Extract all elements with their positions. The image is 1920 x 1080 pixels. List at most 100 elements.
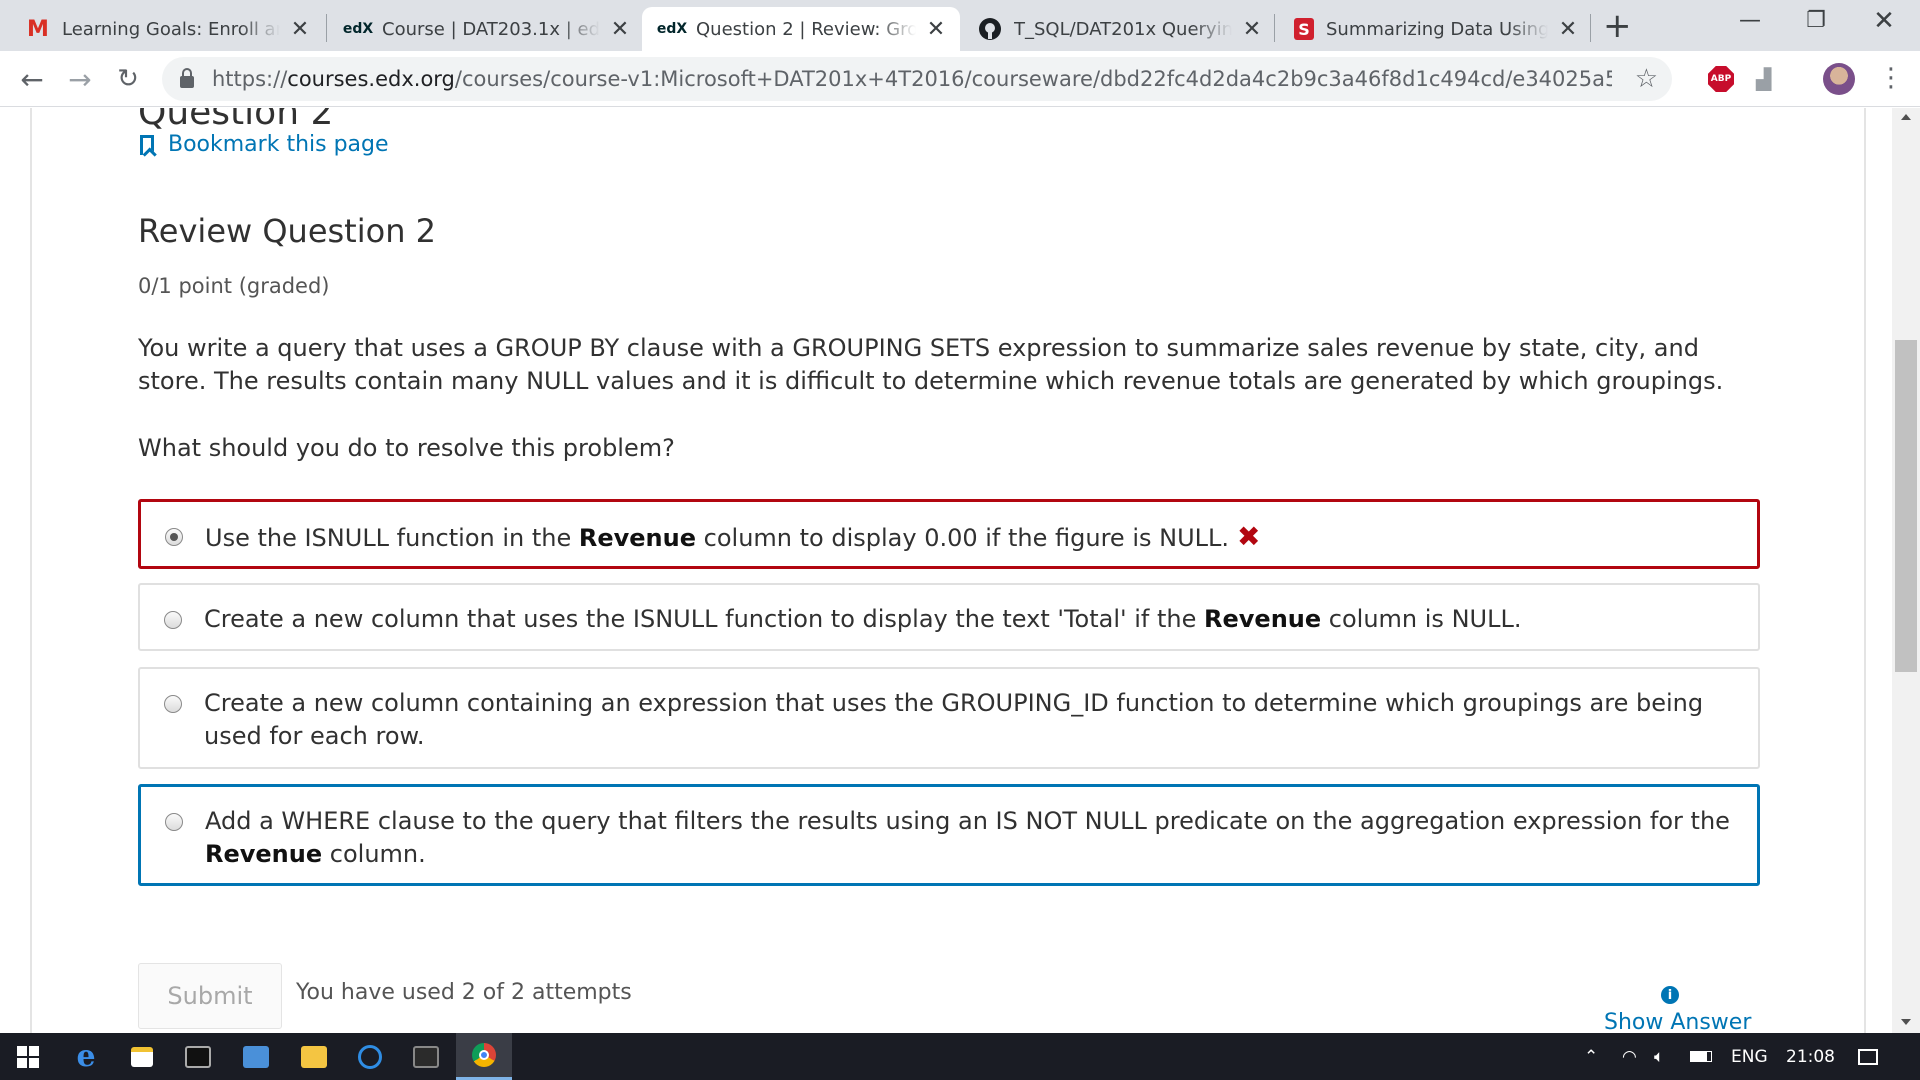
tab-question-2[interactable]: edX Question 2 | Review: Groupi ✕ [642,7,960,51]
windows-icon [17,1045,39,1068]
url-text: https://courses.edx.org/courses/course-v… [212,67,1612,91]
close-icon[interactable]: ✕ [1240,17,1264,42]
page-content: Question 2 Bookmark this page Review Que… [0,108,1920,1033]
option-text: Add a WHERE clause to the query that fil… [205,807,1730,835]
problem-title: Review Question 2 [138,212,436,250]
answer-option[interactable]: Create a new column containing an expres… [138,667,1760,769]
forward-arrow-icon[interactable]: → [64,63,96,96]
option-text: Create a new column that uses the ISNULL… [204,605,1205,633]
question-prompt: You write a query that uses a GROUP BY c… [138,334,1724,395]
chrome-icon[interactable] [456,1033,512,1080]
sql-server-icon[interactable] [398,1033,454,1080]
desktop-app-icon[interactable] [228,1033,284,1080]
clock[interactable]: 21:08 [1786,1033,1835,1080]
scrollbar-thumb[interactable] [1895,340,1917,672]
close-icon[interactable]: ✕ [1556,17,1580,42]
address-bar[interactable]: https://courses.edx.org/courses/course-v… [162,57,1672,101]
radio-button[interactable] [164,695,182,713]
tab-title: Learning Goals: Enroll and c [62,18,280,40]
radio-button[interactable] [165,528,183,546]
language-indicator[interactable]: ENG [1731,1033,1768,1080]
tab-title: Question 2 | Review: Groupi [696,18,916,40]
tab-separator [326,14,327,42]
back-arrow-icon[interactable]: ← [16,63,48,96]
terminal-icon[interactable] [170,1033,226,1080]
option-label: Use the ISNULL function in the Revenue c… [205,520,1260,555]
option-text: column. [322,840,426,868]
minimize-icon[interactable]: — [1718,0,1782,44]
tab-title: T_SQL/DAT201x Querying w [1014,18,1232,40]
question-text: What should you do to resolve this probl… [138,434,675,462]
tray-chevron-icon[interactable]: ⌃ [1584,1033,1598,1080]
scroll-up-arrow-icon[interactable] [1901,114,1911,120]
new-tab-button[interactable]: + [1603,8,1632,44]
reload-icon[interactable]: ↻ [112,63,144,95]
option-text: Create a new column containing an expres… [204,689,1704,750]
bookmark-link[interactable]: Bookmark this page [140,132,389,157]
answer-option[interactable]: Use the ISNULL function in the Revenue c… [138,499,1760,569]
file-explorer-icon[interactable] [286,1033,342,1080]
url-path: /courses/course-v1:Microsoft+DAT201x+4T2… [454,67,1612,91]
bookmark-icon [140,134,154,155]
close-icon[interactable]: ✕ [924,17,948,42]
taskbar: e ⌃ ◠ 🔈︎ ENG 21:08 [0,1033,1920,1080]
browser-toolbar: ← → ↻ https://courses.edx.org/courses/co… [0,51,1920,107]
radio-button[interactable] [164,611,182,629]
volume-icon[interactable]: 🔈︎ [1654,1033,1664,1080]
grade-status: 0/1 point (graded) [138,274,330,298]
tab-separator [1274,14,1275,42]
submit-button[interactable]: Submit [138,963,282,1029]
show-answer-button[interactable]: Show Answer [1604,1010,1751,1033]
tab-gmail[interactable]: M Learning Goals: Enroll and c ✕ [8,7,324,51]
option-text: column is NULL. [1321,605,1522,633]
url-host: courses.edx.org [287,67,455,91]
tab-title: Summarizing Data Using th [1326,18,1548,40]
url-scheme: https:// [212,67,288,91]
tab-title: Course | DAT203.1x | edX [382,18,600,40]
start-button[interactable] [0,1033,56,1080]
store-icon[interactable] [114,1033,170,1080]
scrollbar[interactable] [1892,108,1920,1033]
option-label: Create a new column that uses the ISNULL… [204,603,1521,636]
lock-icon [180,68,194,88]
content-border [30,108,32,1033]
tab-github[interactable]: T_SQL/DAT201x Querying w ✕ [960,7,1276,51]
battery-icon[interactable] [1690,1033,1712,1080]
wifi-icon[interactable]: ◠ [1622,1033,1637,1080]
close-icon[interactable]: ✕ [608,17,632,42]
answer-option[interactable]: Add a WHERE clause to the query that fil… [138,784,1760,886]
unit-heading: Question 2 [138,108,334,133]
scribd-icon: S [1294,18,1314,40]
avatar[interactable] [1823,63,1855,95]
menu-icon[interactable]: ⋮ [1878,63,1904,93]
option-bold-text: Revenue [1204,605,1322,633]
option-bold-text: Revenue [578,524,697,552]
close-icon[interactable]: ✕ [288,17,312,42]
bookmark-label: Bookmark this page [168,132,389,157]
radio-button[interactable] [165,813,183,831]
tab-edx-course[interactable]: edX Course | DAT203.1x | edX ✕ [328,7,644,51]
bookmark-star-icon[interactable]: ☆ [1635,64,1658,94]
window-close-icon[interactable]: ✕ [1852,0,1916,44]
tab-scribd[interactable]: S Summarizing Data Using th ✕ [1276,7,1592,51]
extension-icon[interactable]: ▟ [1756,67,1771,91]
incorrect-icon: ✖ [1237,520,1261,553]
scroll-down-arrow-icon[interactable] [1901,1019,1911,1025]
ccleaner-icon[interactable] [342,1033,398,1080]
notifications-icon[interactable] [1858,1033,1878,1080]
option-text: Use the ISNULL function in the [205,524,579,552]
attempts-status: You have used 2 of 2 attempts [296,980,632,1005]
tab-strip: M Learning Goals: Enroll and c ✕ edX Cou… [0,0,1920,51]
option-label: Add a WHERE clause to the query that fil… [205,805,1733,871]
info-icon: i [1661,986,1679,1004]
edge-icon[interactable]: e [58,1033,114,1080]
restore-icon[interactable]: ❐ [1784,0,1848,44]
adblock-icon[interactable]: ABP [1708,66,1734,92]
answer-option[interactable]: Create a new column that uses the ISNULL… [138,583,1760,651]
tab-separator [1590,14,1591,42]
github-icon [978,17,1002,41]
option-bold-text: Revenue [205,840,323,868]
edx-icon: edX [656,21,688,37]
content-border [1864,108,1866,1033]
edx-icon: edX [342,21,374,37]
